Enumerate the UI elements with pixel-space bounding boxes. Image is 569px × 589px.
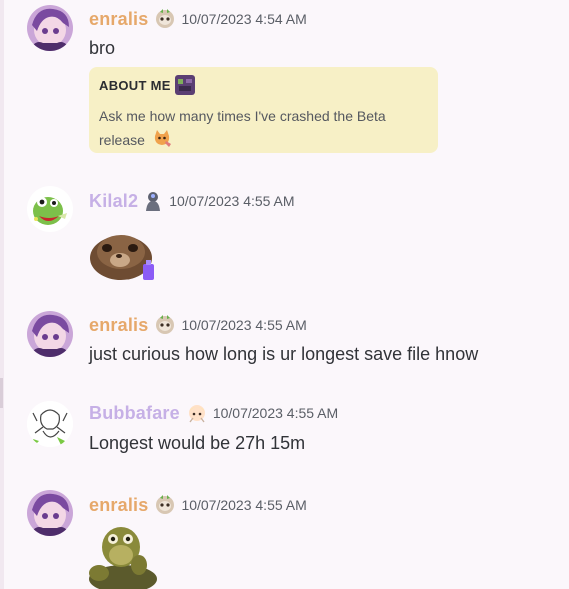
username[interactable]: enralis bbox=[89, 495, 148, 516]
message-text: bro bbox=[89, 38, 116, 58]
figure-badge-icon bbox=[142, 190, 164, 212]
about-me-card: ABOUT ME Ask me how many times I've cras… bbox=[89, 67, 438, 153]
timestamp: 10/07/2023 4:55 AM bbox=[181, 317, 307, 333]
cat-emoji-icon bbox=[152, 128, 172, 148]
avatar-kilal2[interactable] bbox=[27, 186, 73, 232]
timestamp: 10/07/2023 4:55 AM bbox=[212, 405, 339, 421]
avatar-enralis[interactable] bbox=[27, 5, 73, 51]
left-divider bbox=[0, 0, 4, 589]
username[interactable]: Kilal2 bbox=[89, 191, 138, 212]
timestamp: 10/07/2023 4:55 AM bbox=[181, 497, 307, 513]
about-me-text-cont: release bbox=[99, 132, 145, 148]
chat-message-list: enralis 10/07/2023 4:54 AM bro ABOUT ME bbox=[0, 0, 569, 589]
avatar-bubbafare[interactable] bbox=[27, 401, 73, 447]
message-text: Longest would be 27h 15m bbox=[89, 433, 306, 453]
scroll-marker bbox=[0, 378, 3, 408]
pixel-emoji-icon bbox=[174, 75, 195, 95]
username[interactable]: enralis bbox=[89, 9, 148, 30]
turtle-sticker[interactable] bbox=[89, 521, 157, 589]
username[interactable]: enralis bbox=[89, 315, 148, 336]
sloth-badge-icon bbox=[154, 494, 176, 516]
baby-badge-icon bbox=[186, 402, 208, 424]
about-me-title: ABOUT ME bbox=[99, 77, 171, 93]
sloth-badge-icon bbox=[154, 314, 176, 336]
username[interactable]: Bubbafare bbox=[89, 403, 180, 424]
avatar-enralis[interactable] bbox=[27, 311, 73, 357]
avatar-enralis[interactable] bbox=[27, 490, 73, 536]
timestamp: 10/07/2023 4:54 AM bbox=[181, 11, 307, 27]
sloth-badge-icon bbox=[154, 8, 176, 30]
about-me-text: Ask me how many times I've crashed the B… bbox=[99, 108, 386, 124]
hamster-sticker[interactable] bbox=[89, 222, 155, 282]
timestamp: 10/07/2023 4:55 AM bbox=[169, 193, 295, 209]
message-text: just curious how long is ur longest save… bbox=[89, 344, 479, 364]
